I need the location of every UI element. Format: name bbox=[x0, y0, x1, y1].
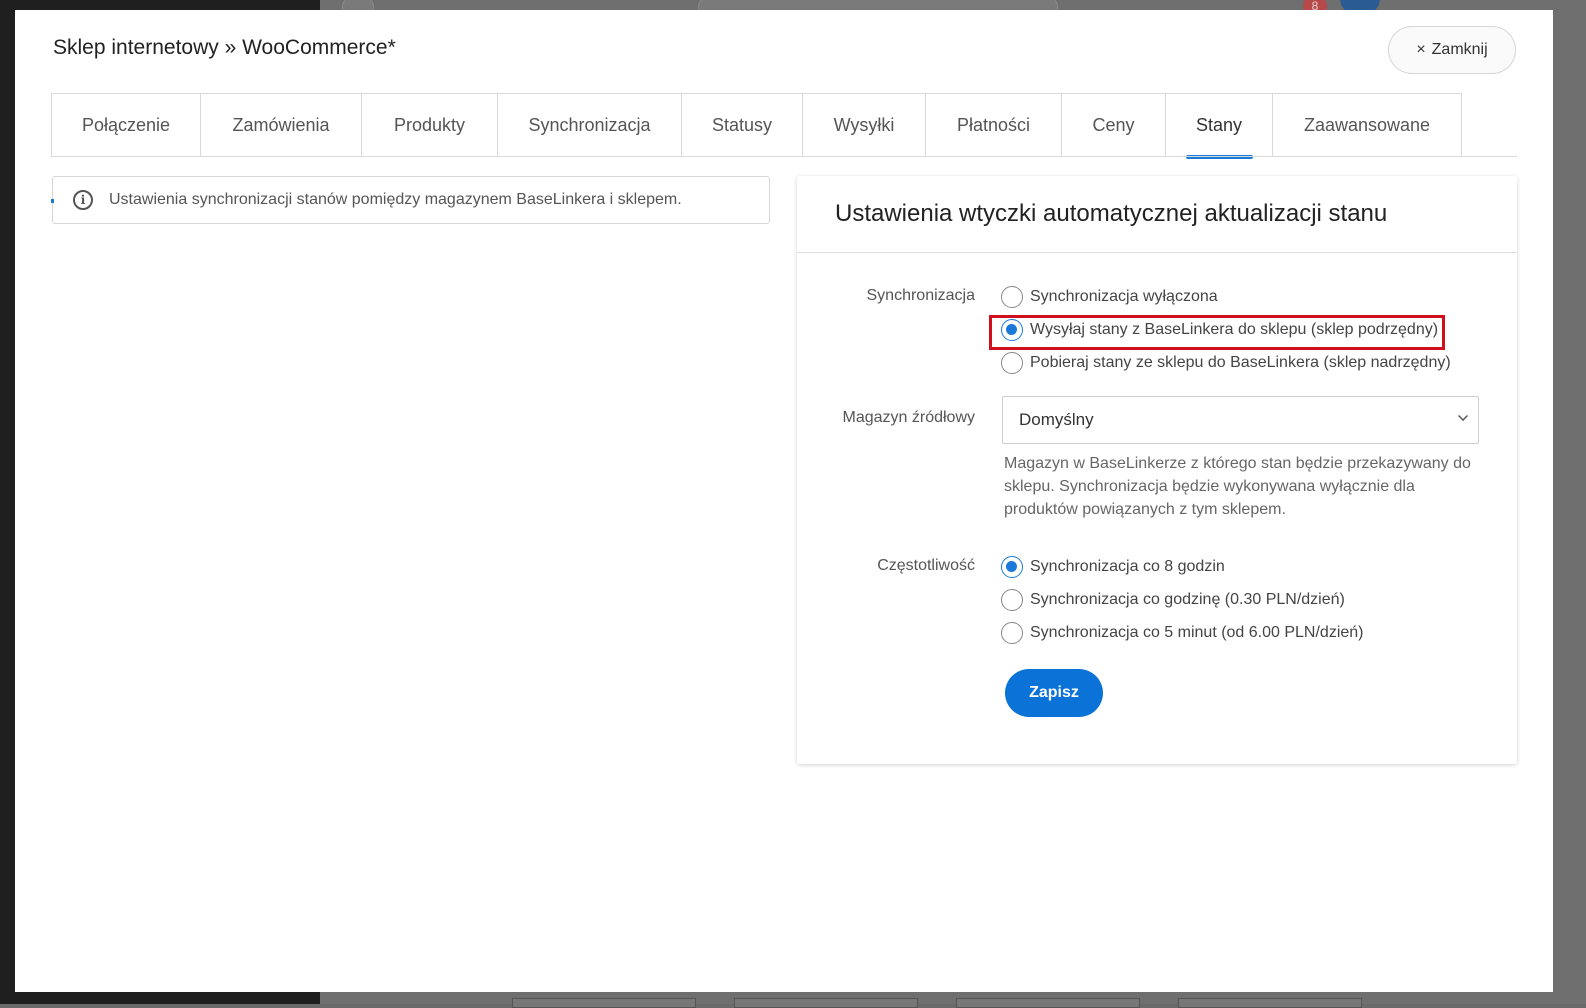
radio-label: Synchronizacja co 5 minut (od 6.00 PLN/d… bbox=[1030, 624, 1364, 641]
freq-option-1h[interactable]: Synchronizacja co godzinę (0.30 PLN/dzie… bbox=[1001, 589, 1345, 611]
background-field bbox=[1178, 998, 1362, 1008]
info-text: Ustawienia synchronizacji stanów pomiędz… bbox=[109, 191, 682, 208]
sync-option-push[interactable]: Wysyłaj stany z BaseLinkera do sklepu (s… bbox=[1001, 319, 1438, 341]
warehouse-label: Magazyn źródłowy bbox=[842, 409, 976, 426]
tab-wysylki[interactable]: Wysyłki bbox=[803, 94, 926, 157]
tab-zamowienia[interactable]: Zamówienia bbox=[201, 94, 362, 157]
stock-plugin-settings-card: Ustawienia wtyczki automatycznej aktuali… bbox=[797, 176, 1517, 764]
radio-label: Wysyłaj stany z BaseLinkera do sklepu (s… bbox=[1030, 321, 1439, 338]
radio-label: Synchronizacja co 8 godzin bbox=[1030, 558, 1225, 575]
tab-bar: Połączenie Zamówienia Produkty Synchroni… bbox=[51, 93, 1462, 159]
radio-button[interactable] bbox=[1001, 556, 1023, 578]
radio-button[interactable] bbox=[1001, 589, 1023, 611]
tab-polaczenie[interactable]: Połączenie bbox=[52, 94, 201, 157]
save-button[interactable]: Zapisz bbox=[1005, 669, 1103, 717]
chevron-down-icon bbox=[1458, 411, 1468, 421]
tab-ceny[interactable]: Ceny bbox=[1062, 94, 1166, 157]
radio-label: Synchronizacja wyłączona bbox=[1030, 288, 1218, 305]
radio-label: Pobieraj stany ze sklepu do BaseLinkera … bbox=[1030, 354, 1451, 371]
close-icon: × bbox=[1416, 41, 1426, 58]
tab-statusy[interactable]: Statusy bbox=[682, 94, 803, 157]
warehouse-select[interactable]: Domyślny bbox=[1002, 396, 1479, 444]
store-settings-modal: Sklep internetowy » WooCommerce* × Zamkn… bbox=[15, 10, 1553, 992]
sync-label: Synchronizacja bbox=[866, 287, 976, 304]
info-alert: i Ustawienia synchronizacji stanów pomię… bbox=[51, 176, 770, 224]
tab-zaawansowane[interactable]: Zaawansowane bbox=[1273, 94, 1461, 157]
close-button-label: Zamknij bbox=[1431, 41, 1488, 58]
radio-label: Synchronizacja co godzinę (0.30 PLN/dzie… bbox=[1030, 591, 1345, 608]
tab-synchronizacja[interactable]: Synchronizacja bbox=[498, 94, 682, 157]
radio-button[interactable] bbox=[1001, 352, 1023, 374]
info-icon: i bbox=[73, 190, 93, 210]
radio-button[interactable] bbox=[1001, 622, 1023, 644]
card-title: Ustawienia wtyczki automatycznej aktuali… bbox=[797, 176, 1517, 253]
close-button[interactable]: × Zamknij bbox=[1388, 26, 1516, 74]
background-field bbox=[956, 998, 1140, 1008]
tab-produkty[interactable]: Produkty bbox=[362, 94, 498, 157]
tabs-divider bbox=[51, 156, 1517, 157]
warehouse-help-text: Magazyn w BaseLinkerze z którego stan bę… bbox=[1004, 455, 1471, 518]
sync-option-pull[interactable]: Pobieraj stany ze sklepu do BaseLinkera … bbox=[1001, 352, 1451, 374]
freq-option-8h[interactable]: Synchronizacja co 8 godzin bbox=[1001, 556, 1225, 578]
warehouse-select-value: Domyślny bbox=[1019, 410, 1094, 429]
radio-button[interactable] bbox=[1001, 319, 1023, 341]
tab-platnosci[interactable]: Płatności bbox=[926, 94, 1062, 157]
tab-stany[interactable]: Stany bbox=[1166, 94, 1273, 159]
background-field bbox=[734, 998, 918, 1008]
modal-title: Sklep internetowy » WooCommerce* bbox=[53, 36, 396, 59]
freq-option-5min[interactable]: Synchronizacja co 5 minut (od 6.00 PLN/d… bbox=[1001, 622, 1364, 644]
sync-option-disabled[interactable]: Synchronizacja wyłączona bbox=[1001, 286, 1218, 308]
frequency-label: Częstotliwość bbox=[877, 557, 975, 574]
background-field bbox=[512, 998, 696, 1008]
radio-button[interactable] bbox=[1001, 286, 1023, 308]
